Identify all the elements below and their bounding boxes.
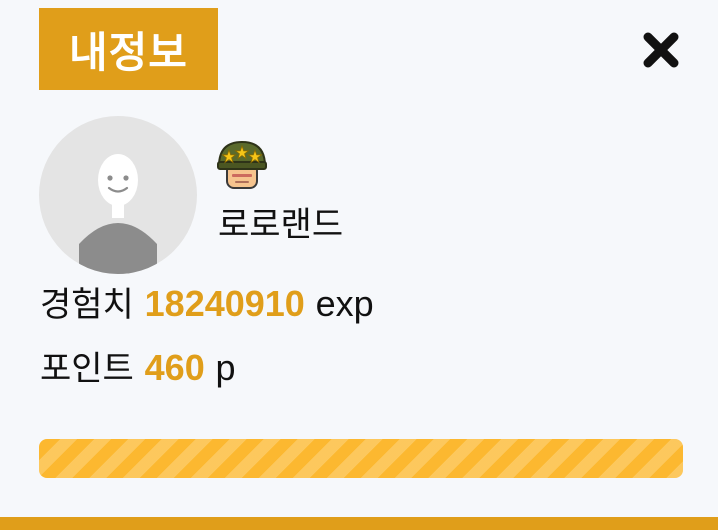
avatar: [39, 116, 197, 274]
default-avatar-icon: [79, 154, 157, 274]
exp-unit: exp: [315, 283, 374, 324]
point-value: 460: [144, 347, 205, 388]
point-unit: p: [215, 347, 236, 388]
exp-label: 경험치: [40, 285, 134, 325]
progress-bar: [39, 439, 683, 478]
level-badge-icon: [217, 140, 267, 189]
exp-value: 18240910: [144, 283, 305, 324]
nickname: 로로랜드: [218, 205, 344, 245]
page-title: 내정보: [39, 8, 218, 90]
progress-fill: [39, 439, 683, 478]
point-row: 포인트 460 p: [40, 345, 236, 392]
close-icon[interactable]: [641, 32, 681, 68]
exp-row: 경험치 18240910 exp: [40, 281, 374, 328]
bottom-divider: [0, 517, 718, 530]
point-label: 포인트: [40, 349, 134, 389]
